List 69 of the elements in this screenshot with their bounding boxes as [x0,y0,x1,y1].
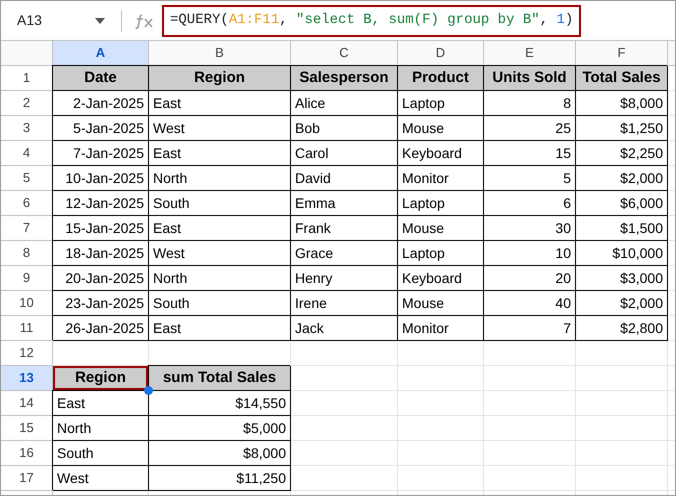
table-cell: Keyboard [398,266,484,291]
formula-field[interactable]: =QUERY(A1:F11, "select B, sum(F) group by B", 1) [162,4,582,36]
row-number[interactable]: 13 [1,366,53,391]
name-box[interactable]: A13 [1,1,113,40]
table-cell: North [53,416,149,441]
table-cell: Grace [291,241,398,266]
column-header[interactable]: A [53,41,149,66]
table-cell: 8 [484,91,576,116]
table-cell: Total Sales [576,66,668,91]
table-cell: East [53,391,149,416]
table-cell: 25 [484,116,576,141]
table-cell: 20 [484,266,576,291]
table-cell: Laptop [398,91,484,116]
table-cell: Laptop [398,241,484,266]
table-cell: East [149,91,291,116]
table-cell: Date [53,66,149,91]
table-cell: East [149,141,291,166]
table-cell: 6 [484,191,576,216]
table-cell: South [149,191,291,216]
table-cell: Bob [291,116,398,141]
table-cell: Mouse [398,216,484,241]
table-cell: North [149,266,291,291]
table-cell: Units Sold [484,66,576,91]
table-cell: Product [398,66,484,91]
table-cell: West [149,241,291,266]
table-cell: 15 [484,141,576,166]
table-cell: East [149,216,291,241]
selection-handle[interactable] [144,386,153,395]
table-cell: Irene [291,291,398,316]
table-cell: 2-Jan-2025 [53,91,149,116]
table-cell: Emma [291,191,398,216]
table-cell: Alice [291,91,398,116]
table-cell: Jack [291,316,398,341]
table-cell: Carol [291,141,398,166]
table-cell: 20-Jan-2025 [53,266,149,291]
table-cell: South [53,441,149,466]
table-cell: David [291,166,398,191]
table-cell: $11,250 [149,466,291,491]
table-cell: East [149,316,291,341]
caret-icon [95,18,105,24]
table-cell: Keyboard [398,141,484,166]
table-cell: 5 [484,166,576,191]
table-cell: 15-Jan-2025 [53,216,149,241]
table-cell: 23-Jan-2025 [53,291,149,316]
table-cell: $2,800 [576,316,668,341]
function-icon [134,12,154,28]
table-cell: 7-Jan-2025 [53,141,149,166]
row-number[interactable]: 12 [1,341,53,366]
table-cell: 30 [484,216,576,241]
table-cell: Laptop [398,191,484,216]
table-cell: Mouse [398,291,484,316]
row-number[interactable]: 1 [1,66,53,91]
table-cell: Mouse [398,116,484,141]
table-cell: sum Total Sales [149,366,291,391]
table-cell: Salesperson [291,66,398,91]
table-cell: West [149,116,291,141]
table-cell: North [149,166,291,191]
table-cell: 5-Jan-2025 [53,116,149,141]
table-cell: Henry [291,266,398,291]
table-cell: 18-Jan-2025 [53,241,149,266]
table-cell: 10-Jan-2025 [53,166,149,191]
table-cell: Monitor [398,166,484,191]
table-cell: 12-Jan-2025 [53,191,149,216]
table-cell: South [149,291,291,316]
table-cell: Frank [291,216,398,241]
table-cell: 10 [484,241,576,266]
table-cell: West [53,466,149,491]
table-cell: Region [149,66,291,91]
table-cell: 40 [484,291,576,316]
